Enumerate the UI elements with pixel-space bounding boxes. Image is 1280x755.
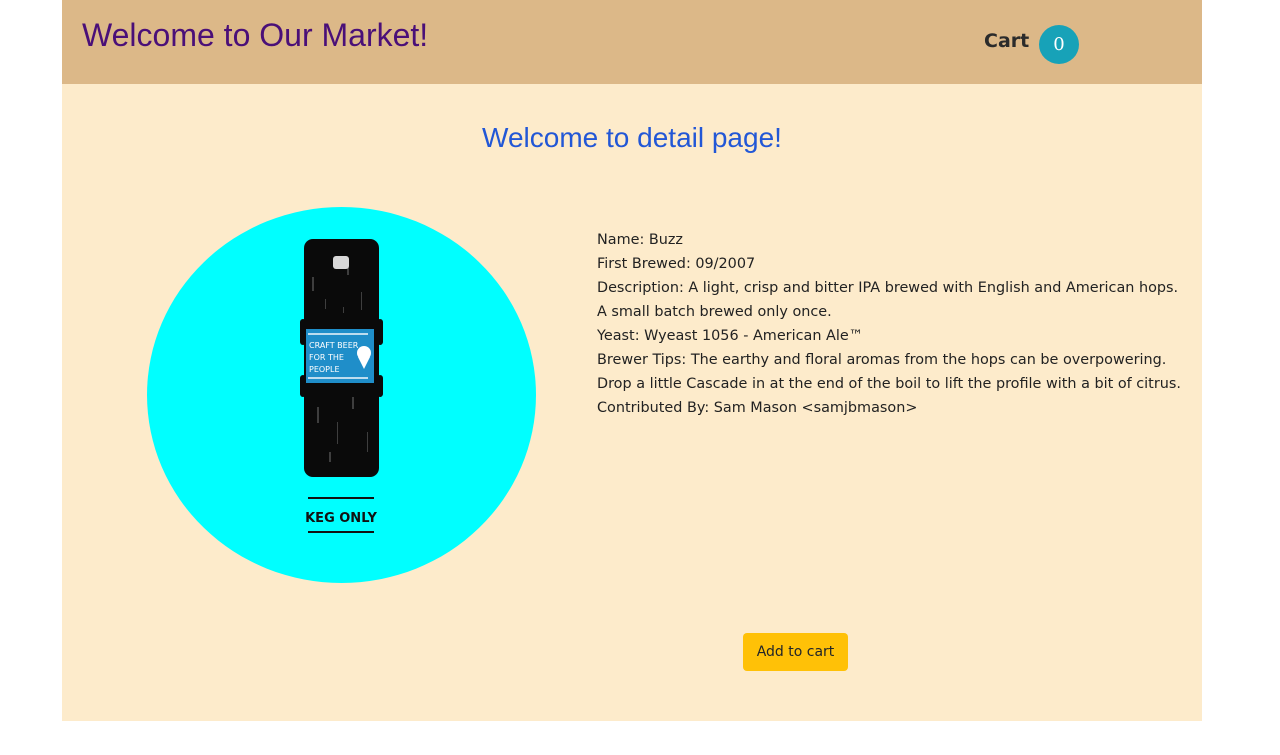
image-label-line-1: CRAFT BEER [309, 341, 359, 350]
cart-count-badge[interactable]: 0 [1039, 25, 1079, 64]
add-to-cart-button[interactable]: Add to cart [743, 633, 848, 671]
product-yeast: Yeast: Wyeast 1056 - American Ale™ [597, 328, 864, 344]
product-details: Name: Buzz First Brewed: 09/2007 Descrip… [597, 228, 1197, 420]
product-brewer-tips: Brewer Tips: The earthy and floral aroma… [597, 352, 1167, 368]
product-description-cont: A small batch brewed only once. [597, 304, 832, 320]
product-brewer-tips-cont: Drop a little Cascade in at the end of t… [597, 376, 1181, 392]
image-label-line-3: PEOPLE [309, 365, 340, 374]
product-name: Name: Buzz [597, 232, 683, 248]
header-bar: Welcome to Our Market! Cart 0 [62, 0, 1202, 84]
image-caption: KEG ONLY [305, 511, 377, 526]
product-contributor: Contributed By: Sam Mason <samjbmason> [597, 400, 918, 416]
product-image: CRAFT BEER FOR THE PEOPLE KEG ONLY [147, 207, 536, 583]
beer-keg-image: CRAFT BEER FOR THE PEOPLE KEG ONLY [300, 239, 383, 533]
page-title: Welcome to detail page! [482, 122, 782, 153]
image-label-line-2: FOR THE [309, 353, 344, 362]
page-container: Welcome to Our Market! Cart 0 Welcome to… [62, 0, 1202, 721]
product-description: Description: A light, crisp and bitter I… [597, 280, 1179, 296]
product-first-brewed: First Brewed: 09/2007 [597, 256, 756, 272]
brand-title[interactable]: Welcome to Our Market! [82, 17, 428, 54]
cart-link[interactable]: Cart [984, 30, 1029, 52]
